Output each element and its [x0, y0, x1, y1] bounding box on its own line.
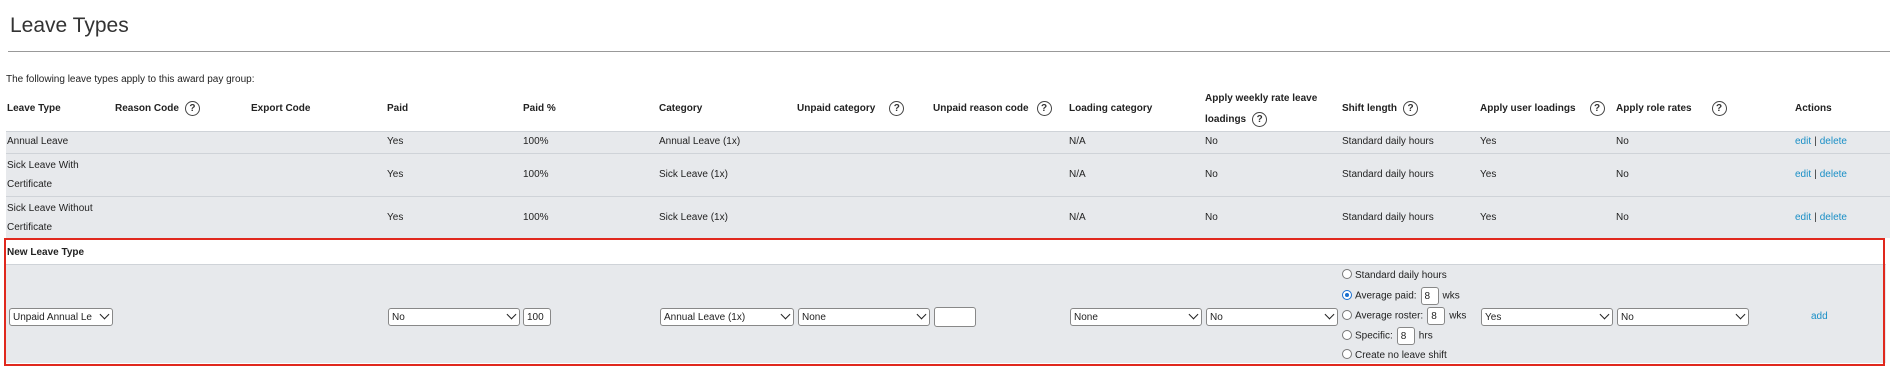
leave-type-line2: Certificate [7, 222, 53, 233]
table-row-bg [6, 153, 1890, 196]
category-value: Sick Leave (1x) [659, 169, 728, 180]
col-leave-type: Leave Type [7, 103, 61, 114]
paid-pct-value: 100% [523, 136, 549, 147]
shift-length-value: Standard daily hours [1342, 136, 1434, 147]
apply-weekly-value: No [1205, 212, 1218, 223]
col-shift-length-label: Shift length [1342, 103, 1397, 114]
leave-type-name: Sick Leave With Certificate [7, 156, 79, 194]
row-actions: edit | delete [1795, 208, 1847, 228]
leave-type-name: Sick Leave Without Certificate [7, 199, 93, 237]
actions-separator: | [1814, 212, 1817, 223]
shift-length-value: Standard daily hours [1342, 212, 1434, 223]
category-value: Sick Leave (1x) [659, 212, 728, 223]
category-value: Annual Leave (1x) [659, 136, 741, 147]
leave-type-line2: Certificate [7, 179, 53, 190]
edit-link[interactable]: edit [1795, 212, 1811, 223]
actions-separator: | [1814, 136, 1817, 147]
table-row-bg [6, 196, 1890, 238]
leave-type-line1: Sick Leave With [7, 160, 79, 171]
col-reason-code-label: Reason Code [115, 103, 179, 114]
col-shift-length: Shift length? [1342, 99, 1418, 119]
col-paid: Paid [387, 103, 409, 114]
col-paid-pct: Paid % [523, 103, 556, 114]
col-category: Category [659, 103, 703, 114]
loading-category-value: N/A [1069, 169, 1086, 180]
col-apply-role-rates-label: Apply role rates [1616, 103, 1692, 114]
paid-value: Yes [387, 169, 404, 180]
help-icon[interactable]: ? [1036, 100, 1052, 116]
col-reason-code: Reason Code? [115, 99, 200, 119]
paid-value: Yes [387, 212, 404, 223]
shift-length-value: Standard daily hours [1342, 169, 1434, 180]
col-export-code: Export Code [251, 103, 311, 114]
loading-category-value: N/A [1069, 212, 1086, 223]
col-loading-category: Loading category [1069, 103, 1153, 114]
col-apply-weekly: Apply weekly rate leave loadings? [1205, 88, 1317, 130]
delete-link[interactable]: delete [1820, 212, 1847, 223]
paid-pct-value: 100% [523, 212, 549, 223]
col-unpaid-category-label: Unpaid category [797, 103, 876, 114]
table-row-bg [6, 131, 1890, 153]
col-actions: Actions [1795, 103, 1832, 114]
intro-text: The following leave types apply to this … [6, 74, 255, 85]
leave-type-name: Annual Leave [7, 136, 69, 147]
apply-weekly-value: No [1205, 169, 1218, 180]
help-icon[interactable]: ? [1711, 100, 1727, 116]
col-apply-user-loadings: Apply user loadings? [1480, 99, 1605, 119]
edit-link[interactable]: edit [1795, 169, 1811, 180]
loading-category-value: N/A [1069, 136, 1086, 147]
apply-weekly-value: No [1205, 136, 1218, 147]
col-unpaid-category: Unpaid category? [797, 99, 905, 119]
apply-role-rates-value: No [1616, 212, 1629, 223]
delete-link[interactable]: delete [1820, 169, 1847, 180]
apply-user-loadings-value: Yes [1480, 212, 1497, 223]
col-apply-weekly-line1: Apply weekly rate leave [1205, 93, 1318, 104]
apply-user-loadings-value: Yes [1480, 169, 1497, 180]
col-unpaid-reason-code-label: Unpaid reason code [933, 103, 1029, 114]
col-apply-role-rates: Apply role rates? [1616, 99, 1727, 119]
page-title: Leave Types [10, 14, 129, 37]
row-actions: edit | delete [1795, 132, 1847, 152]
col-apply-user-loadings-label: Apply user loadings [1480, 103, 1576, 114]
apply-role-rates-value: No [1616, 136, 1629, 147]
col-unpaid-reason-code: Unpaid reason code? [933, 99, 1052, 119]
row-actions: edit | delete [1795, 165, 1847, 185]
help-icon[interactable]: ? [1403, 100, 1418, 116]
col-apply-weekly-line2: loadings? [1205, 109, 1317, 130]
edit-link[interactable]: edit [1795, 136, 1811, 147]
delete-link[interactable]: delete [1820, 136, 1847, 147]
title-divider [8, 51, 1890, 52]
help-icon[interactable]: ? [1589, 100, 1605, 116]
paid-pct-value: 100% [523, 169, 549, 180]
apply-user-loadings-value: Yes [1480, 136, 1497, 147]
actions-separator: | [1814, 169, 1817, 180]
apply-role-rates-value: No [1616, 169, 1629, 180]
help-icon[interactable]: ? [889, 100, 905, 116]
paid-value: Yes [387, 136, 404, 147]
help-icon[interactable]: ? [1252, 111, 1268, 127]
leave-type-line1: Sick Leave Without [7, 203, 93, 214]
help-icon[interactable]: ? [184, 100, 200, 116]
new-leave-highlight [4, 238, 1885, 366]
